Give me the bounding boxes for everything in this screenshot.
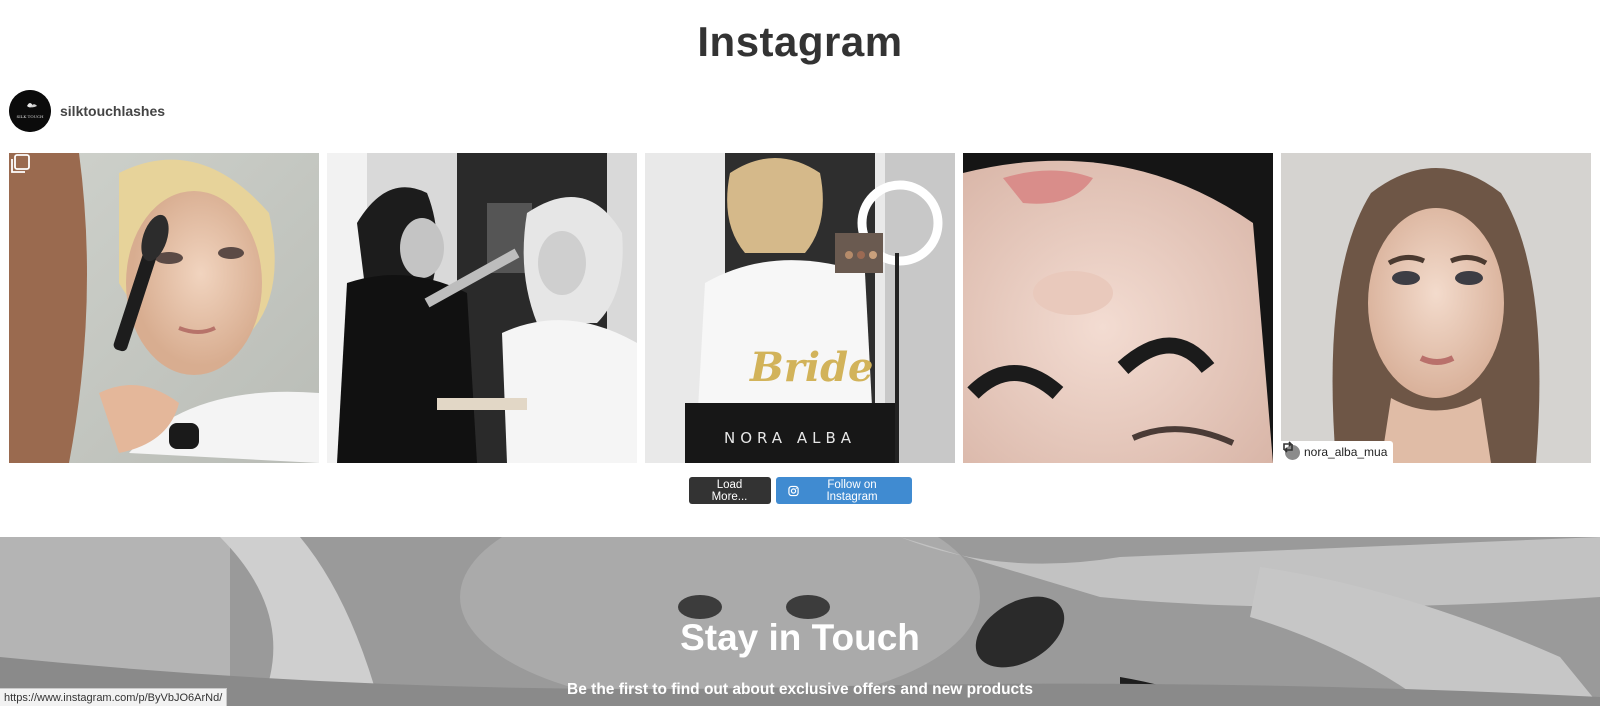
status-bar-url: https://www.instagram.com/p/ByVbJO6ArNd/	[4, 691, 223, 704]
post-4-image	[963, 153, 1273, 463]
stay-in-touch-title: Stay in Touch	[680, 617, 920, 658]
profile-username[interactable]: silktouchlashes	[60, 103, 165, 119]
instagram-feed-grid: Bride NORA ALBA nora_alba_mua	[9, 153, 1591, 463]
instagram-post-3[interactable]: Bride NORA ALBA	[645, 153, 955, 463]
instagram-post-5[interactable]: nora_alba_mua	[1281, 153, 1591, 463]
instagram-actions: Load More... Follow on Instagram	[0, 477, 1600, 504]
carousel-icon	[11, 154, 30, 173]
follow-on-instagram-button[interactable]: Follow on Instagram	[775, 477, 912, 504]
post-2-image	[327, 153, 637, 463]
post-3-image: Bride NORA ALBA	[645, 153, 955, 463]
instagram-icon	[787, 485, 799, 496]
robe-bride-text: Bride	[749, 344, 874, 391]
browser-status-bar: https://www.instagram.com/p/ByVbJO6ArNd/	[0, 688, 228, 706]
instagram-section-title: Instagram	[697, 18, 903, 65]
repost-username[interactable]: nora_alba_mua	[1304, 445, 1387, 459]
post-5-image	[1281, 153, 1591, 463]
chair-brand-text: NORA ALBA	[724, 429, 856, 447]
instagram-post-2[interactable]	[327, 153, 637, 463]
stay-in-touch-subtitle: Be the first to find out about exclusive…	[567, 681, 1033, 698]
repost-attribution[interactable]: nora_alba_mua	[1281, 441, 1394, 463]
follow-button-label: Follow on Instagram	[826, 478, 878, 503]
instagram-post-4[interactable]	[963, 153, 1273, 463]
post-1-image	[9, 153, 319, 463]
instagram-profile-header[interactable]: SILK TOUCH silktouchlashes	[9, 90, 165, 132]
stay-in-touch-section: Stay in Touch Be the first to find out a…	[0, 537, 1600, 706]
repost-icon	[1283, 441, 1293, 453]
profile-avatar[interactable]: SILK TOUCH	[9, 90, 51, 132]
avatar-logo-text: SILK TOUCH	[16, 114, 44, 119]
instagram-post-1[interactable]	[9, 153, 319, 463]
load-more-button[interactable]: Load More...	[688, 477, 771, 504]
